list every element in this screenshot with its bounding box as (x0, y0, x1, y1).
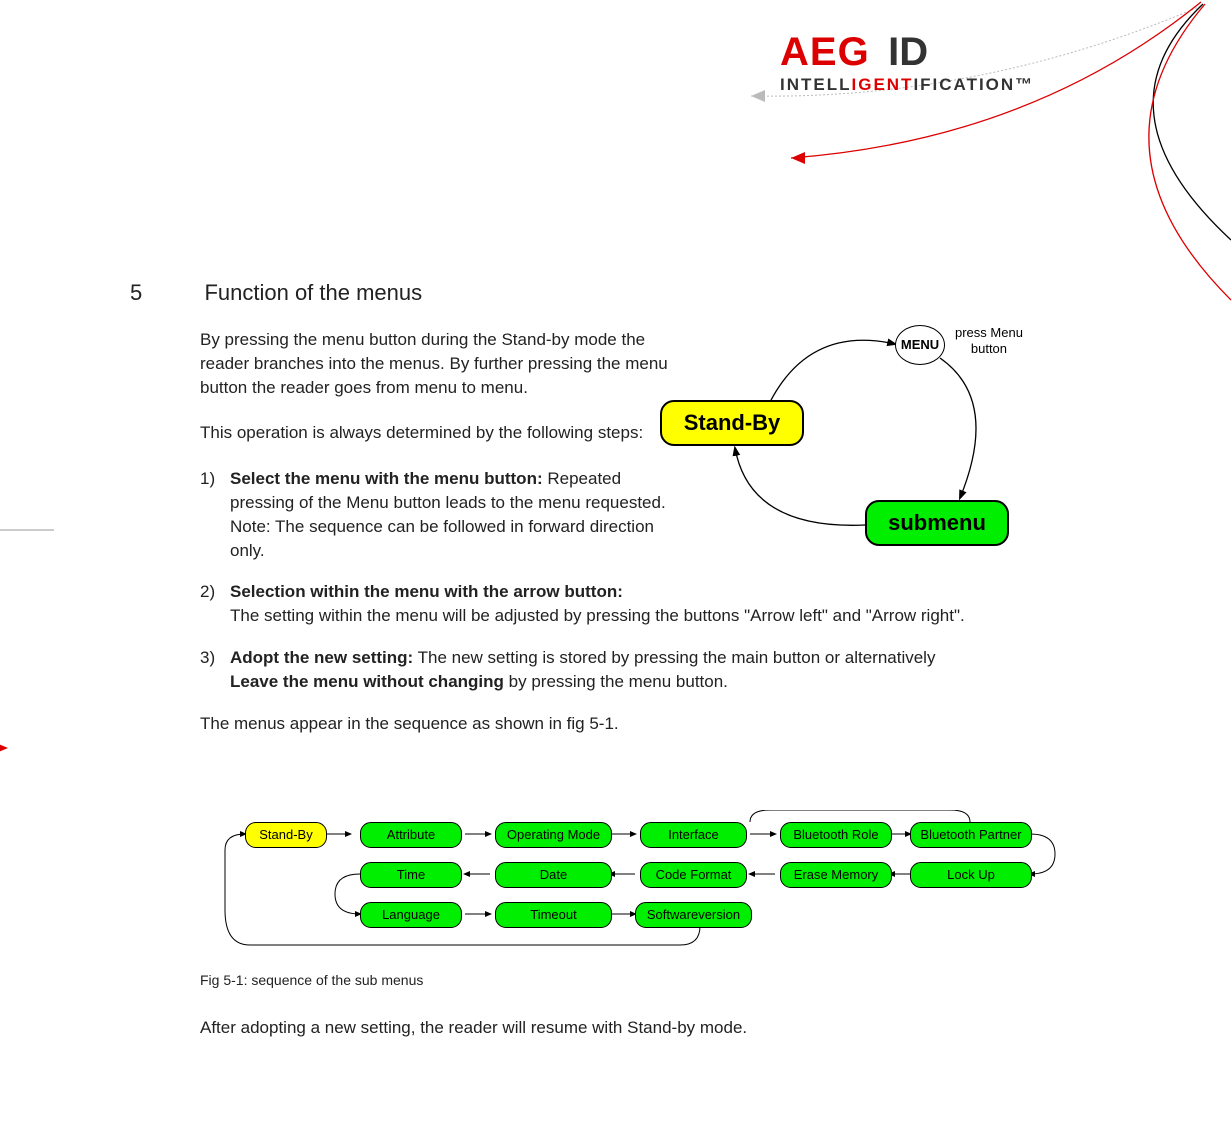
section-number: 5 (130, 280, 200, 306)
brand-logo: AEG ID INTELLIGENTIFICATION™ (780, 30, 1034, 95)
figure-caption: Fig 5-1: sequence of the sub menus (200, 972, 423, 988)
press-menu-label: press Menu button (955, 325, 1023, 356)
brand-id: ID (888, 30, 928, 75)
seq-lock-up: Lock Up (910, 862, 1032, 888)
intro-paragraph: By pressing the menu button during the S… (200, 328, 670, 399)
submenu-node: submenu (865, 500, 1009, 546)
seq-time: Time (360, 862, 462, 888)
step-3: 3) Adopt the new setting: The new settin… (200, 646, 1030, 694)
seq-interface: Interface (640, 822, 747, 848)
brand-aeg: AEG (780, 30, 870, 75)
brand-tagline: INTELLIGENTIFICATION™ (780, 75, 1034, 95)
seq-language: Language (360, 902, 462, 928)
submenu-sequence-diagram: Stand-By Attribute Operating Mode Interf… (210, 810, 1070, 970)
menu-button-node: MENU (895, 325, 945, 365)
step-1: 1) Select the menu with the menu button:… (200, 467, 690, 562)
seq-operating-mode: Operating Mode (495, 822, 612, 848)
seq-timeout: Timeout (495, 902, 612, 928)
seq-attribute: Attribute (360, 822, 462, 848)
seq-date: Date (495, 862, 612, 888)
seq-bluetooth-role: Bluetooth Role (780, 822, 892, 848)
closing-paragraph: After adopting a new setting, the reader… (200, 1018, 747, 1038)
seq-standby: Stand-By (245, 822, 327, 848)
seq-softwareversion: Softwareversion (635, 902, 752, 928)
standby-node: Stand-By (660, 400, 804, 446)
menu-cycle-diagram: MENU press Menu button Stand-By submenu (660, 310, 1060, 570)
step-2: 2) Selection within the menu with the ar… (200, 580, 1030, 628)
margin-divider (0, 529, 54, 531)
seq-bluetooth-partner: Bluetooth Partner (910, 822, 1032, 848)
sequence-intro: The menus appear in the sequence as show… (200, 712, 1030, 736)
section-title: Function of the menus (204, 280, 422, 306)
margin-marker-icon (0, 742, 8, 754)
seq-code-format: Code Format (640, 862, 747, 888)
seq-erase-memory: Erase Memory (780, 862, 892, 888)
document-page: AEG ID INTELLIGENTIFICATION™ 5 Function … (0, 0, 1231, 1131)
steps-lead: This operation is always determined by t… (200, 421, 670, 445)
